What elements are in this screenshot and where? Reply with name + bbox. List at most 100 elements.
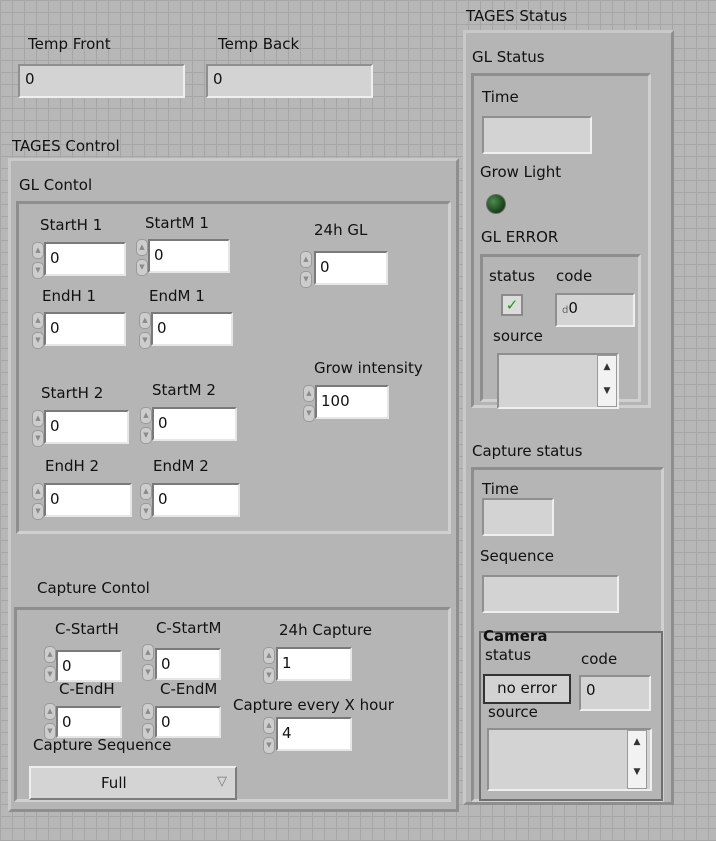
c-end-h-spinner[interactable]: ▲ ▼ xyxy=(44,703,56,740)
down-arrow-icon[interactable]: ▼ xyxy=(263,667,275,684)
gl-control-title: GL Contol xyxy=(19,176,93,194)
c-end-h-input[interactable]: 0 xyxy=(56,706,122,738)
temp-back-label: Temp Back xyxy=(218,35,300,53)
end-h1-spinner[interactable]: ▲ ▼ xyxy=(32,312,44,349)
up-arrow-icon[interactable]: ▲ xyxy=(32,312,44,329)
check-mark-icon: ✓ xyxy=(505,296,519,314)
capture-sequence-value xyxy=(482,575,619,613)
down-arrow-icon[interactable]: ▼ xyxy=(300,271,312,288)
camera-code-value: 0 xyxy=(579,675,651,711)
up-arrow-icon[interactable]: ▲ xyxy=(32,410,44,427)
end-h2-spinner[interactable]: ▲ ▼ xyxy=(32,483,44,520)
capture-24h-input[interactable]: 1 xyxy=(276,647,352,681)
gl-time-label: Time xyxy=(482,88,519,106)
up-arrow-icon[interactable]: ▲ xyxy=(139,312,151,329)
up-arrow-icon[interactable]: ▲ xyxy=(44,646,56,663)
end-h2-input[interactable]: 0 xyxy=(44,483,132,517)
c-start-m-spinner[interactable]: ▲ ▼ xyxy=(142,644,154,681)
end-m1-input[interactable]: 0 xyxy=(151,312,233,346)
temp-front-value: 0 xyxy=(18,64,185,98)
up-arrow-icon[interactable]: ▲ xyxy=(142,703,154,720)
temp-back-value: 0 xyxy=(206,64,373,98)
up-arrow-icon[interactable]: ▲ xyxy=(263,647,275,664)
camera-source-scrollbar[interactable]: ▲ ▼ xyxy=(627,730,647,789)
up-arrow-icon[interactable]: ▲ xyxy=(140,407,152,424)
c-end-m-input[interactable]: 0 xyxy=(155,706,221,738)
down-arrow-icon[interactable]: ▼ xyxy=(136,259,148,276)
capture-status-panel: Time Sequence Camera status code no erro… xyxy=(471,467,664,802)
start-m1-label: StartM 1 xyxy=(145,214,209,232)
capture-time-label: Time xyxy=(482,480,519,498)
triangle-down-icon[interactable]: ▽ xyxy=(217,774,227,789)
down-arrow-icon[interactable]: ▼ xyxy=(303,405,315,422)
up-arrow-icon[interactable]: ▲ xyxy=(303,385,315,402)
end-m2-spinner[interactable]: ▲ ▼ xyxy=(140,483,152,520)
down-arrow-icon[interactable]: ▼ xyxy=(32,430,44,447)
gl-24h-input[interactable]: 0 xyxy=(314,251,388,285)
camera-status-value[interactable]: no error xyxy=(483,674,571,704)
capture-every-input[interactable]: 4 xyxy=(276,717,352,751)
up-arrow-icon[interactable]: ▲ xyxy=(32,483,44,500)
scroll-up-icon[interactable]: ▲ xyxy=(628,737,646,747)
up-arrow-icon[interactable]: ▲ xyxy=(136,239,148,256)
scroll-down-icon[interactable]: ▼ xyxy=(628,767,646,777)
start-m2-input[interactable]: 0 xyxy=(152,407,237,441)
gl-error-status-checkbox[interactable]: ✓ xyxy=(501,294,523,316)
up-arrow-icon[interactable]: ▲ xyxy=(300,251,312,268)
scroll-down-icon[interactable]: ▼ xyxy=(598,386,616,396)
grow-intensity-input[interactable]: 100 xyxy=(315,385,389,419)
gl-status-panel: Time Grow Light GL ERROR status code ✓ d… xyxy=(471,73,651,409)
up-arrow-icon[interactable]: ▲ xyxy=(44,703,56,720)
start-m2-spinner[interactable]: ▲ ▼ xyxy=(140,407,152,444)
capture-sequence-label: Capture Sequence xyxy=(33,736,172,754)
c-start-h-input[interactable]: 0 xyxy=(56,650,122,682)
tages-control-title: TAGES Control xyxy=(12,137,120,155)
end-m1-spinner[interactable]: ▲ ▼ xyxy=(139,312,151,349)
capture-sequence-value: Full xyxy=(101,774,127,792)
c-start-h-label: C-StartH xyxy=(55,620,119,638)
capture-every-spinner[interactable]: ▲ ▼ xyxy=(263,717,275,754)
c-start-m-input[interactable]: 0 xyxy=(155,648,221,680)
down-arrow-icon[interactable]: ▼ xyxy=(32,262,44,279)
capture-status-title: Capture status xyxy=(472,442,583,460)
down-arrow-icon[interactable]: ▼ xyxy=(139,332,151,349)
up-arrow-icon[interactable]: ▲ xyxy=(142,644,154,661)
capture-sequence-dropdown[interactable]: Full ▽ xyxy=(29,766,237,800)
scroll-up-icon[interactable]: ▲ xyxy=(598,362,616,372)
down-arrow-icon[interactable]: ▼ xyxy=(142,664,154,681)
up-arrow-icon[interactable]: ▲ xyxy=(140,483,152,500)
camera-source-label: source xyxy=(488,703,538,721)
down-arrow-icon[interactable]: ▼ xyxy=(263,737,275,754)
start-h2-input[interactable]: 0 xyxy=(44,410,129,444)
grow-intensity-spinner[interactable]: ▲ ▼ xyxy=(303,385,315,422)
start-h1-input[interactable]: 0 xyxy=(44,242,126,276)
c-start-h-spinner[interactable]: ▲ ▼ xyxy=(44,646,56,683)
up-arrow-icon[interactable]: ▲ xyxy=(263,717,275,734)
gl-error-source-scrollbar[interactable]: ▲ ▼ xyxy=(597,355,617,407)
tages-control-panel: GL Contol StartH 1 ▲ ▼ 0 StartM 1 ▲ ▼ 0 24… xyxy=(8,158,459,812)
camera-panel: Camera status code no error 0 source ▲ ▼ xyxy=(479,627,663,801)
end-m2-label: EndM 2 xyxy=(153,457,209,475)
start-h2-spinner[interactable]: ▲ ▼ xyxy=(32,410,44,447)
up-arrow-icon[interactable]: ▲ xyxy=(32,242,44,259)
c-end-m-spinner[interactable]: ▲ ▼ xyxy=(142,703,154,740)
capture-24h-spinner[interactable]: ▲ ▼ xyxy=(263,647,275,684)
end-m1-label: EndM 1 xyxy=(149,287,205,305)
capture-every-label: Capture every X hour xyxy=(233,696,394,714)
gl-time-value xyxy=(482,116,592,154)
gl-error-title: GL ERROR xyxy=(481,228,559,246)
down-arrow-icon[interactable]: ▼ xyxy=(32,332,44,349)
tages-status-title: TAGES Status xyxy=(466,7,568,25)
camera-status-label: status xyxy=(485,646,532,664)
end-h1-input[interactable]: 0 xyxy=(44,312,126,346)
down-arrow-icon[interactable]: ▼ xyxy=(32,503,44,520)
start-h1-spinner[interactable]: ▲ ▼ xyxy=(32,242,44,279)
start-m1-input[interactable]: 0 xyxy=(148,239,230,273)
start-m1-spinner[interactable]: ▲ ▼ xyxy=(136,239,148,276)
end-m2-input[interactable]: 0 xyxy=(152,483,240,517)
down-arrow-icon[interactable]: ▼ xyxy=(44,666,56,683)
gl-24h-spinner[interactable]: ▲ ▼ xyxy=(300,251,312,288)
capture-control-title: Capture Contol xyxy=(37,579,150,597)
down-arrow-icon[interactable]: ▼ xyxy=(140,427,152,444)
down-arrow-icon[interactable]: ▼ xyxy=(140,503,152,520)
